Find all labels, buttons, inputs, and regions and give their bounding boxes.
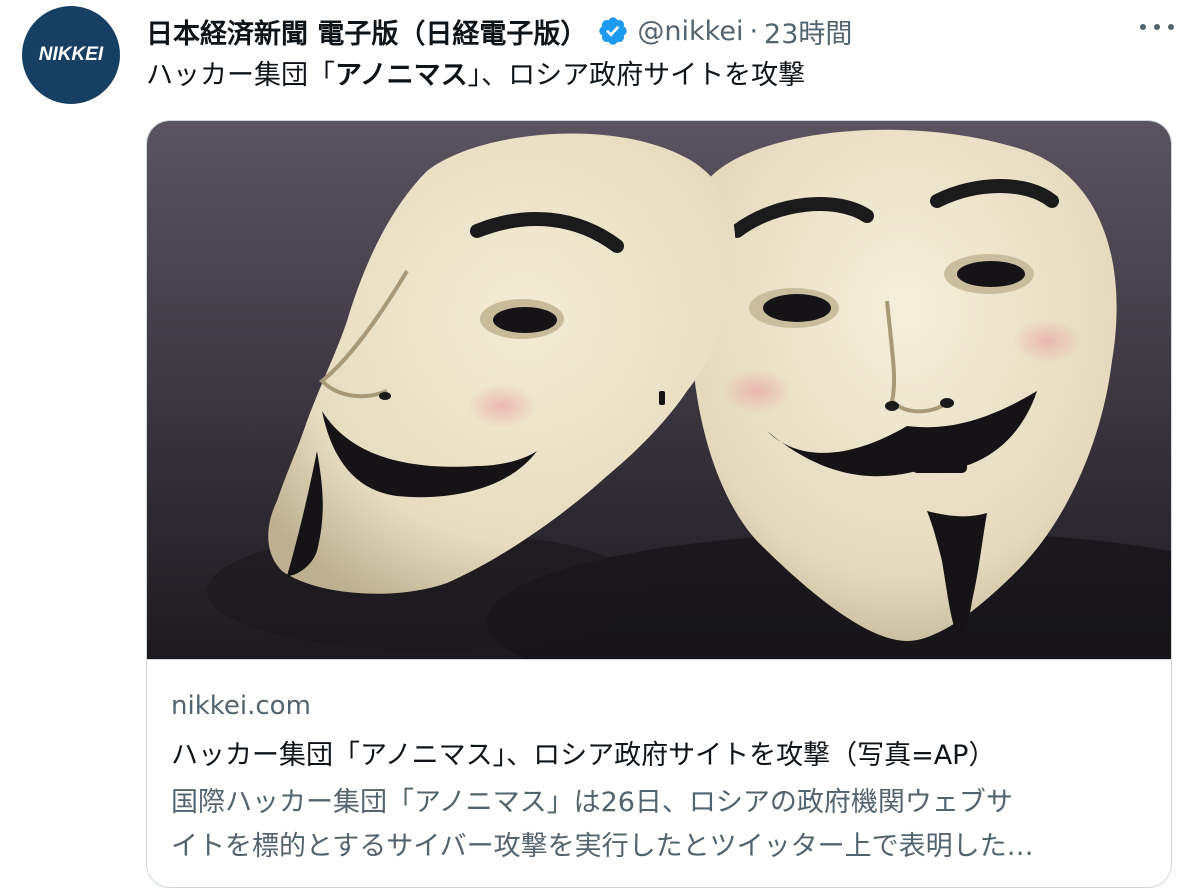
verified-badge-icon	[597, 15, 629, 47]
anonymous-masks-photo	[147, 121, 1171, 659]
card-description-line: 国際ハッカー集団「アノニマス」は26日、ロシアの政府機関ウェブサ	[171, 787, 1013, 818]
tweet-text-bold: アノニマス	[335, 60, 468, 91]
tweet-header: 日本経済新聞 電子版（日経電子版） @nikkei · 23時間	[146, 10, 852, 52]
author-handle[interactable]: @nikkei	[637, 16, 743, 47]
link-card[interactable]: nikkei.com ハッカー集団「アノニマス」、ロシア政府サイトを攻撃（写真=…	[146, 120, 1172, 888]
card-description-line: イトを標的とするサイバー攻撃を実行したとツイッター上で表明した…	[171, 831, 1034, 862]
tweet-timestamp[interactable]: 23時間	[764, 12, 852, 51]
card-domain: nikkei.com	[171, 691, 311, 721]
more-options-icon[interactable]	[1140, 14, 1174, 40]
card-title: ハッカー集団「アノニマス」、ロシア政府サイトを攻撃（写真=AP）	[171, 740, 996, 771]
card-image[interactable]	[147, 121, 1171, 660]
tweet-text-part: 」、ロシア政府サイトを攻撃	[467, 60, 806, 91]
tweet-text-part: ハッカー集団「	[146, 60, 335, 91]
avatar[interactable]: NIKKEI	[22, 6, 120, 104]
card-description: 国際ハッカー集団「アノニマス」は26日、ロシアの政府機関ウェブサ イトを標的とす…	[171, 781, 1141, 869]
avatar-logo-text: NIKKEI	[38, 44, 104, 65]
author-name[interactable]: 日本経済新聞 電子版（日経電子版）	[146, 12, 587, 51]
tweet-text: ハッカー集団「アノニマス」、ロシア政府サイトを攻撃	[146, 58, 805, 94]
tweet: NIKKEI 日本経済新聞 電子版（日経電子版） @nikkei · 23時間 …	[0, 0, 1200, 892]
separator-dot: ·	[749, 15, 759, 47]
